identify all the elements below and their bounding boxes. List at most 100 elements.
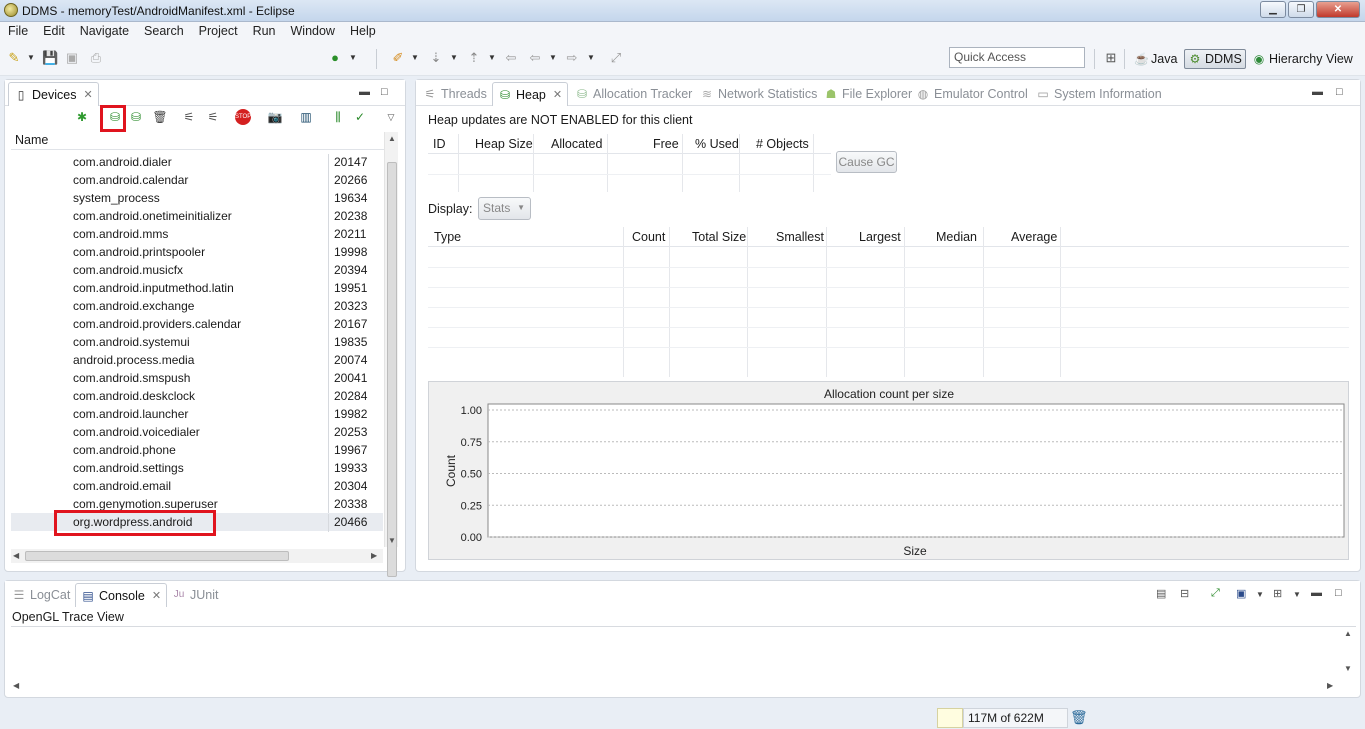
run-icon[interactable]: ● bbox=[327, 51, 343, 65]
maximize-view-icon[interactable]: □ bbox=[1335, 587, 1342, 599]
list-item[interactable]: com.android.smspush 20041 bbox=[11, 369, 383, 388]
devices-vertical-scrollbar[interactable]: ▲ ▼ bbox=[384, 132, 398, 577]
display-console-icon[interactable]: ▣ bbox=[1236, 587, 1246, 600]
view-menu-icon[interactable]: ▽ bbox=[382, 107, 400, 127]
list-item[interactable]: com.android.launcher 19982 bbox=[11, 405, 383, 424]
tab-console[interactable]: ▤ Console ✕ bbox=[75, 583, 168, 607]
screen-capture-icon[interactable]: 📷 bbox=[266, 107, 284, 127]
list-item[interactable]: com.android.printspooler 19998 bbox=[11, 243, 383, 262]
minimize-view-icon[interactable]: ▬ bbox=[359, 86, 370, 98]
console-vertical-scrollbar[interactable]: ▲ ▼ bbox=[1341, 627, 1355, 679]
tab-allocation-tracker[interactable]: ⛁ Allocation Tracker bbox=[570, 82, 697, 106]
save-icon[interactable]: 💾 bbox=[42, 51, 58, 65]
list-item[interactable]: system_process 19634 bbox=[11, 189, 383, 208]
next-annotation-icon[interactable]: ⇣ bbox=[428, 51, 444, 65]
start-method-profiling-icon[interactable]: ⚟ bbox=[204, 107, 222, 127]
forward-icon[interactable]: ⇨ bbox=[564, 51, 580, 65]
maximize-view-icon[interactable]: □ bbox=[381, 86, 388, 98]
dump-hprof-icon[interactable]: ⛁ bbox=[127, 107, 145, 127]
tab-threads[interactable]: ⚟ Threads bbox=[418, 82, 492, 106]
close-button[interactable]: ✕ bbox=[1316, 1, 1360, 18]
cause-gc-button[interactable]: Cause GC bbox=[836, 151, 897, 173]
systrace-icon[interactable]: ⫼ bbox=[329, 107, 347, 127]
scroll-right-icon[interactable]: ▶ bbox=[371, 551, 377, 560]
display-select[interactable]: Stats ▼ bbox=[478, 197, 531, 220]
debug-process-icon[interactable]: ✱ bbox=[73, 107, 91, 127]
list-item[interactable]: com.android.phone 19967 bbox=[11, 441, 383, 460]
stop-process-icon[interactable]: STOP bbox=[235, 109, 251, 125]
open-perspective-icon[interactable]: ⊞ bbox=[1103, 51, 1119, 65]
menu-run[interactable]: Run bbox=[245, 22, 283, 41]
scroll-down-icon[interactable]: ▼ bbox=[388, 536, 396, 545]
menu-window[interactable]: Window bbox=[283, 22, 342, 41]
scroll-up-icon[interactable]: ▲ bbox=[388, 134, 396, 143]
open-console-icon[interactable]: ⊞ bbox=[1273, 587, 1282, 600]
close-icon[interactable]: ✕ bbox=[152, 589, 161, 602]
run-gc-trash-icon[interactable]: 🗑 bbox=[1070, 709, 1088, 726]
list-item[interactable]: com.android.providers.calendar 20167 bbox=[11, 315, 383, 334]
menu-edit[interactable]: Edit bbox=[35, 22, 72, 41]
pen-dropdown-icon[interactable]: ▼ bbox=[411, 53, 419, 62]
next-annotation-dropdown-icon[interactable]: ▼ bbox=[450, 53, 458, 62]
pin-console-icon[interactable]: ⤢ bbox=[1211, 587, 1220, 600]
perspective-java[interactable]: ☕ Java bbox=[1131, 49, 1180, 69]
scroll-down-icon[interactable]: ▼ bbox=[1344, 664, 1352, 673]
scroll-left-icon[interactable]: ◀ bbox=[13, 681, 19, 690]
menu-help[interactable]: Help bbox=[342, 22, 383, 41]
devices-vscroll-thumb[interactable] bbox=[387, 162, 397, 577]
console-horizontal-scrollbar[interactable]: ◀ ▶ bbox=[11, 679, 1341, 693]
open-console-dropdown-icon[interactable]: ▼ bbox=[1293, 590, 1301, 599]
minimize-button[interactable]: ▁ bbox=[1260, 1, 1286, 18]
pin-editor-icon[interactable]: ⤢ bbox=[608, 51, 624, 65]
list-item[interactable]: com.android.exchange 20323 bbox=[11, 297, 383, 316]
dump-view-hierarchy-icon[interactable]: ▥ bbox=[297, 107, 315, 127]
devices-horizontal-scrollbar[interactable]: ◀ ▶ bbox=[11, 549, 383, 563]
perspective-hierarchy[interactable]: ◉ Hierarchy View bbox=[1249, 49, 1356, 69]
quick-access-input[interactable]: Quick Access bbox=[949, 47, 1085, 68]
menu-search[interactable]: Search bbox=[136, 22, 191, 41]
display-console-dropdown-icon[interactable]: ▼ bbox=[1256, 590, 1264, 599]
list-item[interactable]: com.android.email 20304 bbox=[11, 477, 383, 496]
cause-gc-icon[interactable]: 🗑 bbox=[151, 107, 169, 127]
list-item[interactable]: com.android.inputmethod.latin 19951 bbox=[11, 279, 383, 298]
tab-junit[interactable]: Ju JUnit bbox=[167, 583, 223, 607]
save-all-icon[interactable]: ▣ bbox=[64, 51, 80, 65]
tab-system-information[interactable]: ▭ System Information bbox=[1031, 82, 1167, 106]
run-dropdown-icon[interactable]: ▼ bbox=[349, 53, 357, 62]
list-item[interactable]: com.android.deskclock 20284 bbox=[11, 387, 383, 406]
menu-file[interactable]: File bbox=[0, 22, 35, 41]
list-item[interactable]: com.android.systemui 19835 bbox=[11, 333, 383, 352]
minimize-view-icon[interactable]: ▬ bbox=[1311, 587, 1322, 599]
close-icon[interactable]: ✕ bbox=[83, 88, 92, 101]
clear-console-icon[interactable]: ▤ bbox=[1156, 587, 1166, 600]
menu-navigate[interactable]: Navigate bbox=[72, 22, 136, 41]
tab-devices[interactable]: ▯ Devices ✕ bbox=[8, 82, 99, 106]
list-item[interactable]: android.process.media 20074 bbox=[11, 351, 383, 370]
list-item[interactable]: com.android.musicfx 20394 bbox=[11, 261, 383, 280]
list-item[interactable]: com.android.mms 20211 bbox=[11, 225, 383, 244]
pen-icon[interactable]: ✐ bbox=[390, 51, 406, 65]
tab-network-statistics[interactable]: ≋ Network Statistics bbox=[695, 82, 822, 106]
forward-dropdown-icon[interactable]: ▼ bbox=[587, 53, 595, 62]
tab-heap[interactable]: ⛁ Heap ✕ bbox=[492, 82, 569, 106]
scroll-up-icon[interactable]: ▲ bbox=[1344, 629, 1352, 638]
back-dropdown-icon[interactable]: ▼ bbox=[549, 53, 557, 62]
list-item[interactable]: com.android.settings 19933 bbox=[11, 459, 383, 478]
tab-logcat[interactable]: ☰ LogCat bbox=[7, 583, 75, 607]
maximize-button[interactable]: ❐ bbox=[1288, 1, 1314, 18]
prev-annotation-icon[interactable]: ⇡ bbox=[466, 51, 482, 65]
scroll-left-icon[interactable]: ◀ bbox=[13, 551, 19, 560]
perspective-ddms[interactable]: ⚙ DDMS bbox=[1184, 49, 1246, 69]
last-edit-icon[interactable]: ⇦ bbox=[503, 51, 519, 65]
new-dropdown-icon[interactable]: ▼ bbox=[27, 53, 35, 62]
scroll-lock-icon[interactable]: ⊟ bbox=[1180, 587, 1189, 600]
prev-annotation-dropdown-icon[interactable]: ▼ bbox=[488, 53, 496, 62]
tab-file-explorer[interactable]: ☗ File Explorer bbox=[819, 82, 917, 106]
list-item[interactable]: com.android.voicedialer 20253 bbox=[11, 423, 383, 442]
list-item[interactable]: com.android.dialer 20147 bbox=[11, 153, 383, 172]
maximize-view-icon[interactable]: □ bbox=[1336, 86, 1343, 98]
new-icon[interactable]: ✎ bbox=[6, 51, 22, 65]
close-icon[interactable]: ✕ bbox=[553, 88, 562, 101]
opengl-trace-icon[interactable]: ✓ bbox=[351, 107, 369, 127]
list-item[interactable]: com.android.onetimeinitializer 20238 bbox=[11, 207, 383, 226]
